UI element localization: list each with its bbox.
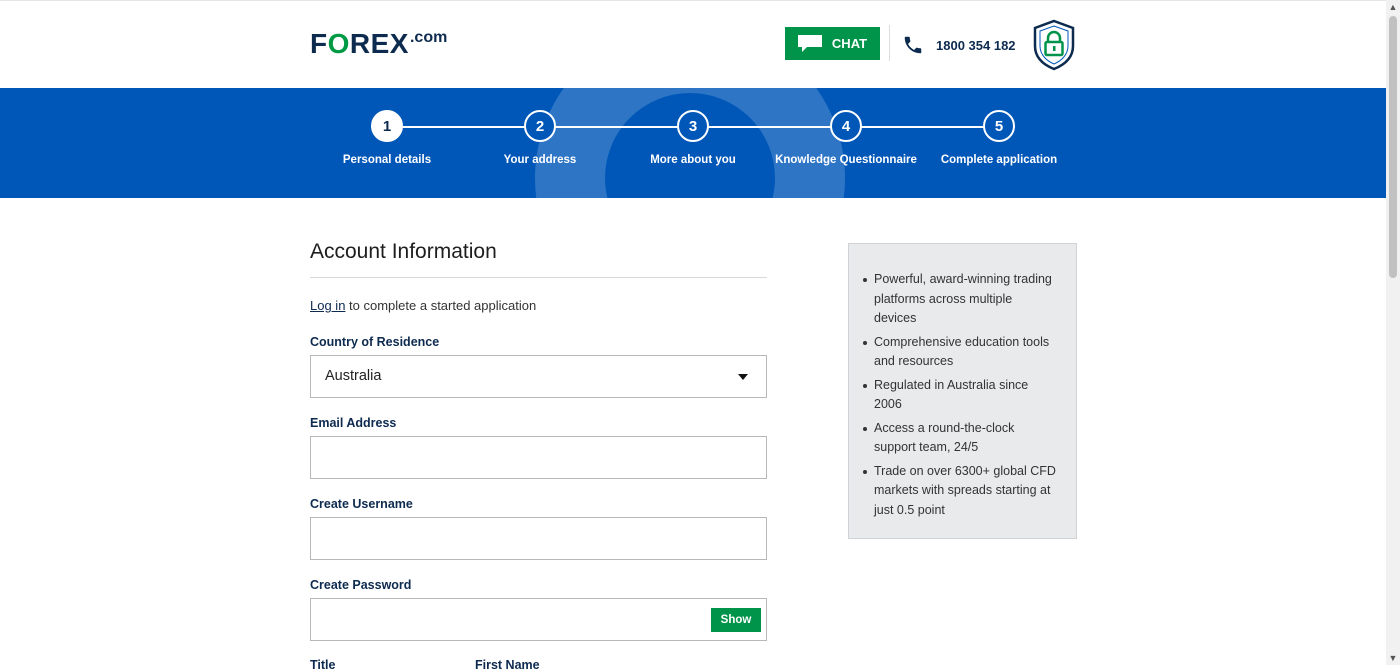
step-3-label: More about you bbox=[650, 154, 736, 166]
first-name-label: First Name bbox=[475, 658, 540, 672]
site-header: FOREX .com CHAT 1800 354 182 bbox=[0, 0, 1386, 88]
chat-button[interactable]: CHAT bbox=[785, 27, 880, 60]
chevron-down-icon bbox=[738, 374, 748, 380]
login-link[interactable]: Log in bbox=[310, 298, 345, 313]
password-field[interactable]: Show bbox=[310, 598, 767, 641]
benefits-panel: Powerful, award-winning trading platform… bbox=[848, 243, 1077, 539]
username-label: Create Username bbox=[310, 497, 413, 511]
step-3[interactable]: 3 More about you bbox=[613, 110, 773, 166]
phone-contact[interactable]: 1800 354 182 bbox=[902, 34, 1016, 56]
scroll-up-arrow-icon[interactable]: ▲ bbox=[1388, 2, 1398, 12]
password-label: Create Password bbox=[310, 578, 412, 592]
step-1-label: Personal details bbox=[342, 154, 432, 166]
step-1-number: 1 bbox=[371, 110, 403, 142]
step-4-label: Knowledge Questionnaire bbox=[775, 154, 917, 166]
username-field[interactable] bbox=[310, 517, 767, 560]
chat-button-label: CHAT bbox=[831, 36, 868, 51]
step-2[interactable]: 2 Your address bbox=[460, 110, 620, 166]
email-label: Email Address bbox=[310, 416, 397, 430]
progress-stepper: 1 Personal details 2 Your address 3 More… bbox=[0, 88, 1386, 198]
lock-shield-icon bbox=[1033, 19, 1075, 71]
account-form: Account Information Log in to complete a… bbox=[310, 240, 767, 641]
header-divider bbox=[889, 25, 890, 61]
benefit-item: Regulated in Australia since 2006 bbox=[863, 376, 1056, 415]
forex-logo[interactable]: FOREX .com bbox=[310, 28, 447, 58]
step-1[interactable]: 1 Personal details bbox=[307, 110, 467, 166]
email-field[interactable] bbox=[310, 436, 767, 479]
country-select-value: Australia bbox=[325, 368, 382, 384]
chat-bubble-icon bbox=[797, 35, 822, 52]
scroll-down-arrow-icon[interactable]: ▼ bbox=[1388, 653, 1398, 663]
benefit-item: Comprehensive education tools and resour… bbox=[863, 333, 1056, 372]
step-5-label: Complete application bbox=[940, 154, 1058, 166]
country-select[interactable]: Australia bbox=[310, 355, 767, 398]
step-2-label: Your address bbox=[503, 154, 577, 166]
login-prompt: Log in to complete a started application bbox=[310, 298, 767, 313]
page-scrollbar[interactable]: ▲ ▼ bbox=[1386, 0, 1400, 665]
benefit-item: Powerful, award-winning trading platform… bbox=[863, 270, 1056, 329]
phone-icon bbox=[904, 36, 922, 54]
title-label: Title bbox=[310, 658, 336, 672]
step-4[interactable]: 4 Knowledge Questionnaire bbox=[766, 110, 926, 166]
form-title: Account Information bbox=[310, 240, 767, 278]
phone-number: 1800 354 182 bbox=[936, 37, 1016, 53]
show-password-button[interactable]: Show bbox=[711, 608, 761, 632]
step-3-number: 3 bbox=[677, 110, 709, 142]
scrollbar-thumb[interactable] bbox=[1389, 16, 1397, 278]
benefits-list: Powerful, award-winning trading platform… bbox=[849, 244, 1076, 520]
logo-wordmark: FOREX bbox=[310, 28, 409, 59]
benefit-item: Access a round-the-clock support team, 2… bbox=[863, 419, 1056, 458]
benefit-item: Trade on over 6300+ global CFD markets w… bbox=[863, 462, 1056, 521]
logo-suffix: .com bbox=[409, 29, 448, 46]
country-label: Country of Residence bbox=[310, 335, 440, 349]
step-2-number: 2 bbox=[524, 110, 556, 142]
login-prompt-text: to complete a started application bbox=[345, 298, 537, 313]
step-4-number: 4 bbox=[830, 110, 862, 142]
step-5-number: 5 bbox=[983, 110, 1015, 142]
step-5[interactable]: 5 Complete application bbox=[919, 110, 1079, 166]
